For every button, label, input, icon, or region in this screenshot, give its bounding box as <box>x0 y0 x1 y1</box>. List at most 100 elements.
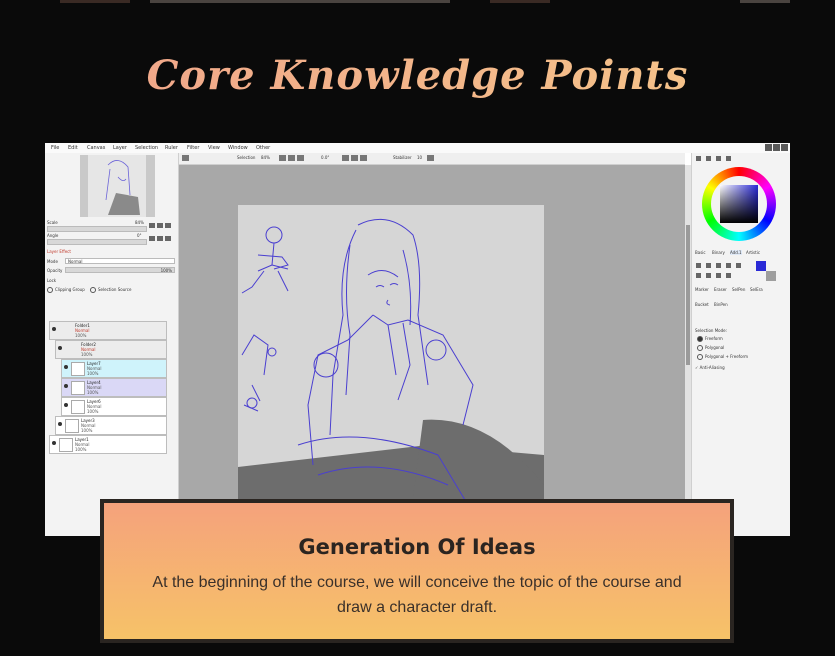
layer-opacity: 100% <box>81 352 93 357</box>
color-wheel-tab-icon[interactable] <box>696 156 701 161</box>
text-tool-icon[interactable] <box>736 263 741 268</box>
menu-selection[interactable]: Selection <box>135 145 158 151</box>
tool-selera[interactable]: SelEra <box>750 287 763 292</box>
scrollbar-thumb[interactable] <box>686 225 690 365</box>
stabilizer-dropdown-icon[interactable] <box>427 155 434 161</box>
mode-select[interactable]: Normal <box>65 258 175 264</box>
layer-row[interactable]: Folder1 Normal 100% <box>49 321 167 340</box>
primary-color-swatch[interactable] <box>756 261 766 271</box>
layer-opacity: 100% <box>75 447 87 452</box>
secondary-color-swatch[interactable] <box>766 271 776 281</box>
tool-bucket[interactable]: Bucket <box>695 302 709 307</box>
eyedropper-icon[interactable] <box>726 273 731 278</box>
angle-label: Angle <box>47 233 59 238</box>
card-title: Generation Of Ideas <box>298 535 536 559</box>
navigator-preview <box>80 155 155 217</box>
layer-row[interactable]: Layer1 Normal 100% <box>49 435 167 454</box>
visibility-icon[interactable] <box>58 346 62 350</box>
magic-wand-icon[interactable] <box>716 273 721 278</box>
menu-other[interactable]: Other <box>256 145 270 151</box>
tool-binpen[interactable]: BinPen <box>714 302 728 307</box>
clipping-group-checkbox[interactable]: Clipping Group <box>47 287 85 293</box>
layer-row[interactable]: Folder2 Normal 100% <box>55 340 167 359</box>
opacity-value: 100% <box>160 268 172 273</box>
layer-row[interactable]: Layer4 Normal 100% <box>61 378 167 397</box>
rotate-right-icon[interactable] <box>157 236 163 241</box>
menu-view[interactable]: View <box>208 145 220 151</box>
zoom-fit-icon[interactable] <box>297 155 304 161</box>
menu-file[interactable]: File <box>51 145 59 151</box>
menu-ruler[interactable]: Ruler <box>165 145 178 151</box>
toolbar-icon[interactable] <box>182 155 189 161</box>
rotate-reset-icon[interactable] <box>165 236 171 241</box>
move-tool-icon[interactable] <box>696 263 701 268</box>
polygonal-freeform-label: Polygonal + Freeform <box>705 354 748 359</box>
maximize-icon[interactable] <box>773 144 780 151</box>
visibility-icon[interactable] <box>58 422 62 426</box>
layer-opacity: 100% <box>75 333 87 338</box>
rotate-tool-icon[interactable] <box>716 263 721 268</box>
left-panel: Scale 84% Angle 0° Layer Effect Mode Nor… <box>45 153 179 536</box>
tool-selpen[interactable]: SelPen <box>732 287 745 292</box>
menu-edit[interactable]: Edit <box>68 145 78 151</box>
minimize-icon[interactable] <box>765 144 772 151</box>
lasso-tool-icon[interactable] <box>706 273 711 278</box>
rotate-right-icon[interactable] <box>351 155 358 161</box>
mode-value: Normal <box>68 259 83 264</box>
layer-row[interactable]: Layer7 Normal 100% <box>61 359 167 378</box>
painting-app-screenshot: File Edit Canvas Layer Selection Ruler F… <box>45 143 790 536</box>
brush-tab-basic[interactable]: Basic <box>695 250 706 255</box>
opacity-slider[interactable]: 100% <box>65 267 175 273</box>
selection-source-checkbox[interactable]: Selection Source <box>90 287 131 293</box>
menu-canvas[interactable]: Canvas <box>87 145 105 151</box>
scale-slider[interactable] <box>47 226 147 232</box>
selection-mode-polygonal[interactable]: Polygonal <box>697 345 724 351</box>
hand-tool-icon[interactable] <box>726 263 731 268</box>
visibility-icon[interactable] <box>52 327 56 331</box>
visibility-icon[interactable] <box>64 365 68 369</box>
color-swatch-tab-icon[interactable] <box>716 156 721 161</box>
tool-marker[interactable]: Marker <box>695 287 709 292</box>
anti-aliasing-checkbox[interactable]: ✓ Anti-Aliasing <box>695 365 725 370</box>
stabilizer-label: Stabilizer <box>393 155 412 160</box>
canvas-area[interactable] <box>179 165 685 536</box>
layer-thumbnail <box>59 438 73 452</box>
color-wheel[interactable] <box>702 167 776 241</box>
visibility-icon[interactable] <box>64 384 68 388</box>
tool-eraser[interactable]: Eraser <box>714 287 727 292</box>
layer-thumbnail <box>71 381 85 395</box>
rotate-reset-icon[interactable] <box>360 155 367 161</box>
top-image-strip <box>60 0 790 3</box>
zoom-out-icon[interactable] <box>157 223 163 228</box>
layer-row[interactable]: Layer3 Normal 100% <box>55 416 167 435</box>
clipping-group-label: Clipping Group <box>55 287 85 292</box>
color-saturation-square[interactable] <box>720 185 758 223</box>
select-tool-icon[interactable] <box>696 273 701 278</box>
brush-tab-artistic[interactable]: Artistic <box>746 250 760 255</box>
menu-layer[interactable]: Layer <box>113 145 127 151</box>
layer-opacity: 100% <box>87 371 99 376</box>
zoom-tool-icon[interactable] <box>706 263 711 268</box>
color-history-tab-icon[interactable] <box>726 156 731 161</box>
selection-mode-freeform[interactable]: Freeform <box>697 336 723 342</box>
zoom-in-icon[interactable] <box>149 223 155 228</box>
scale-value: 84% <box>135 220 144 225</box>
color-slider-tab-icon[interactable] <box>706 156 711 161</box>
rotate-left-icon[interactable] <box>342 155 349 161</box>
brush-tab-add[interactable]: Add.1 <box>730 250 742 255</box>
selection-mode-polygonal-freeform[interactable]: Polygonal + Freeform <box>697 354 748 360</box>
close-icon[interactable] <box>781 144 788 151</box>
angle-slider[interactable] <box>47 239 147 245</box>
brush-tab-binary[interactable]: Binary <box>712 250 725 255</box>
layer-effect-label: Layer Effect <box>47 249 71 254</box>
zoom-out-icon[interactable] <box>288 155 295 161</box>
menu-filter[interactable]: Filter <box>187 145 199 151</box>
drawing-canvas[interactable] <box>238 205 544 536</box>
visibility-icon[interactable] <box>52 441 56 445</box>
rotate-left-icon[interactable] <box>149 236 155 241</box>
zoom-reset-icon[interactable] <box>165 223 171 228</box>
layer-row[interactable]: Layer6 Normal 100% <box>61 397 167 416</box>
zoom-in-icon[interactable] <box>279 155 286 161</box>
menu-window[interactable]: Window <box>228 145 248 151</box>
visibility-icon[interactable] <box>64 403 68 407</box>
